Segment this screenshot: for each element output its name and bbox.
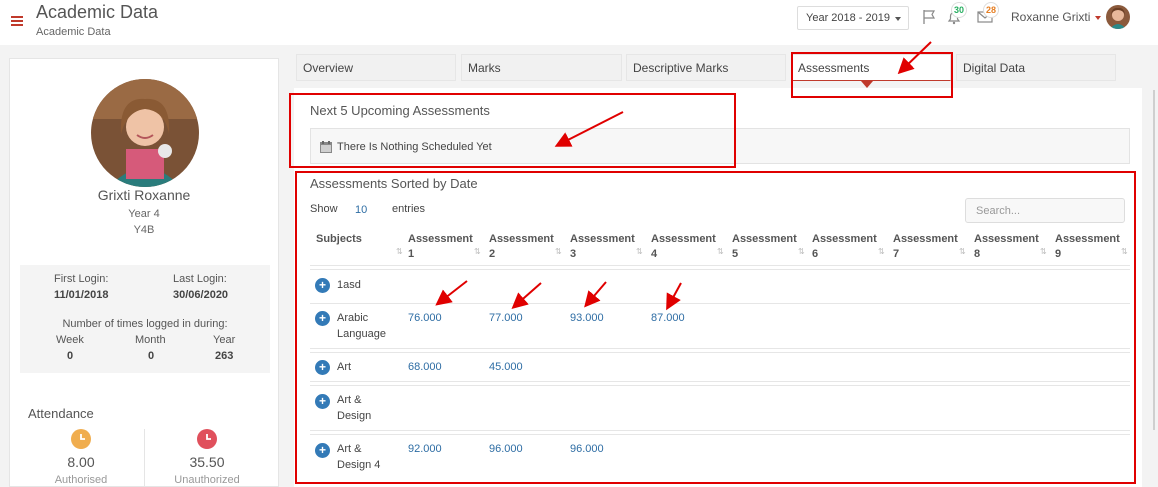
annotation-arrow — [584, 281, 607, 308]
annotation-arrow — [435, 280, 468, 306]
annotation-arrow — [897, 41, 932, 75]
annotation-arrows — [435, 41, 932, 311]
annotation-arrow — [511, 282, 542, 309]
annotation-arrow — [666, 282, 682, 311]
app-root: Academic Data Academic Data Year 2018 - … — [0, 0, 1158, 487]
annotation-arrow — [554, 111, 624, 147]
